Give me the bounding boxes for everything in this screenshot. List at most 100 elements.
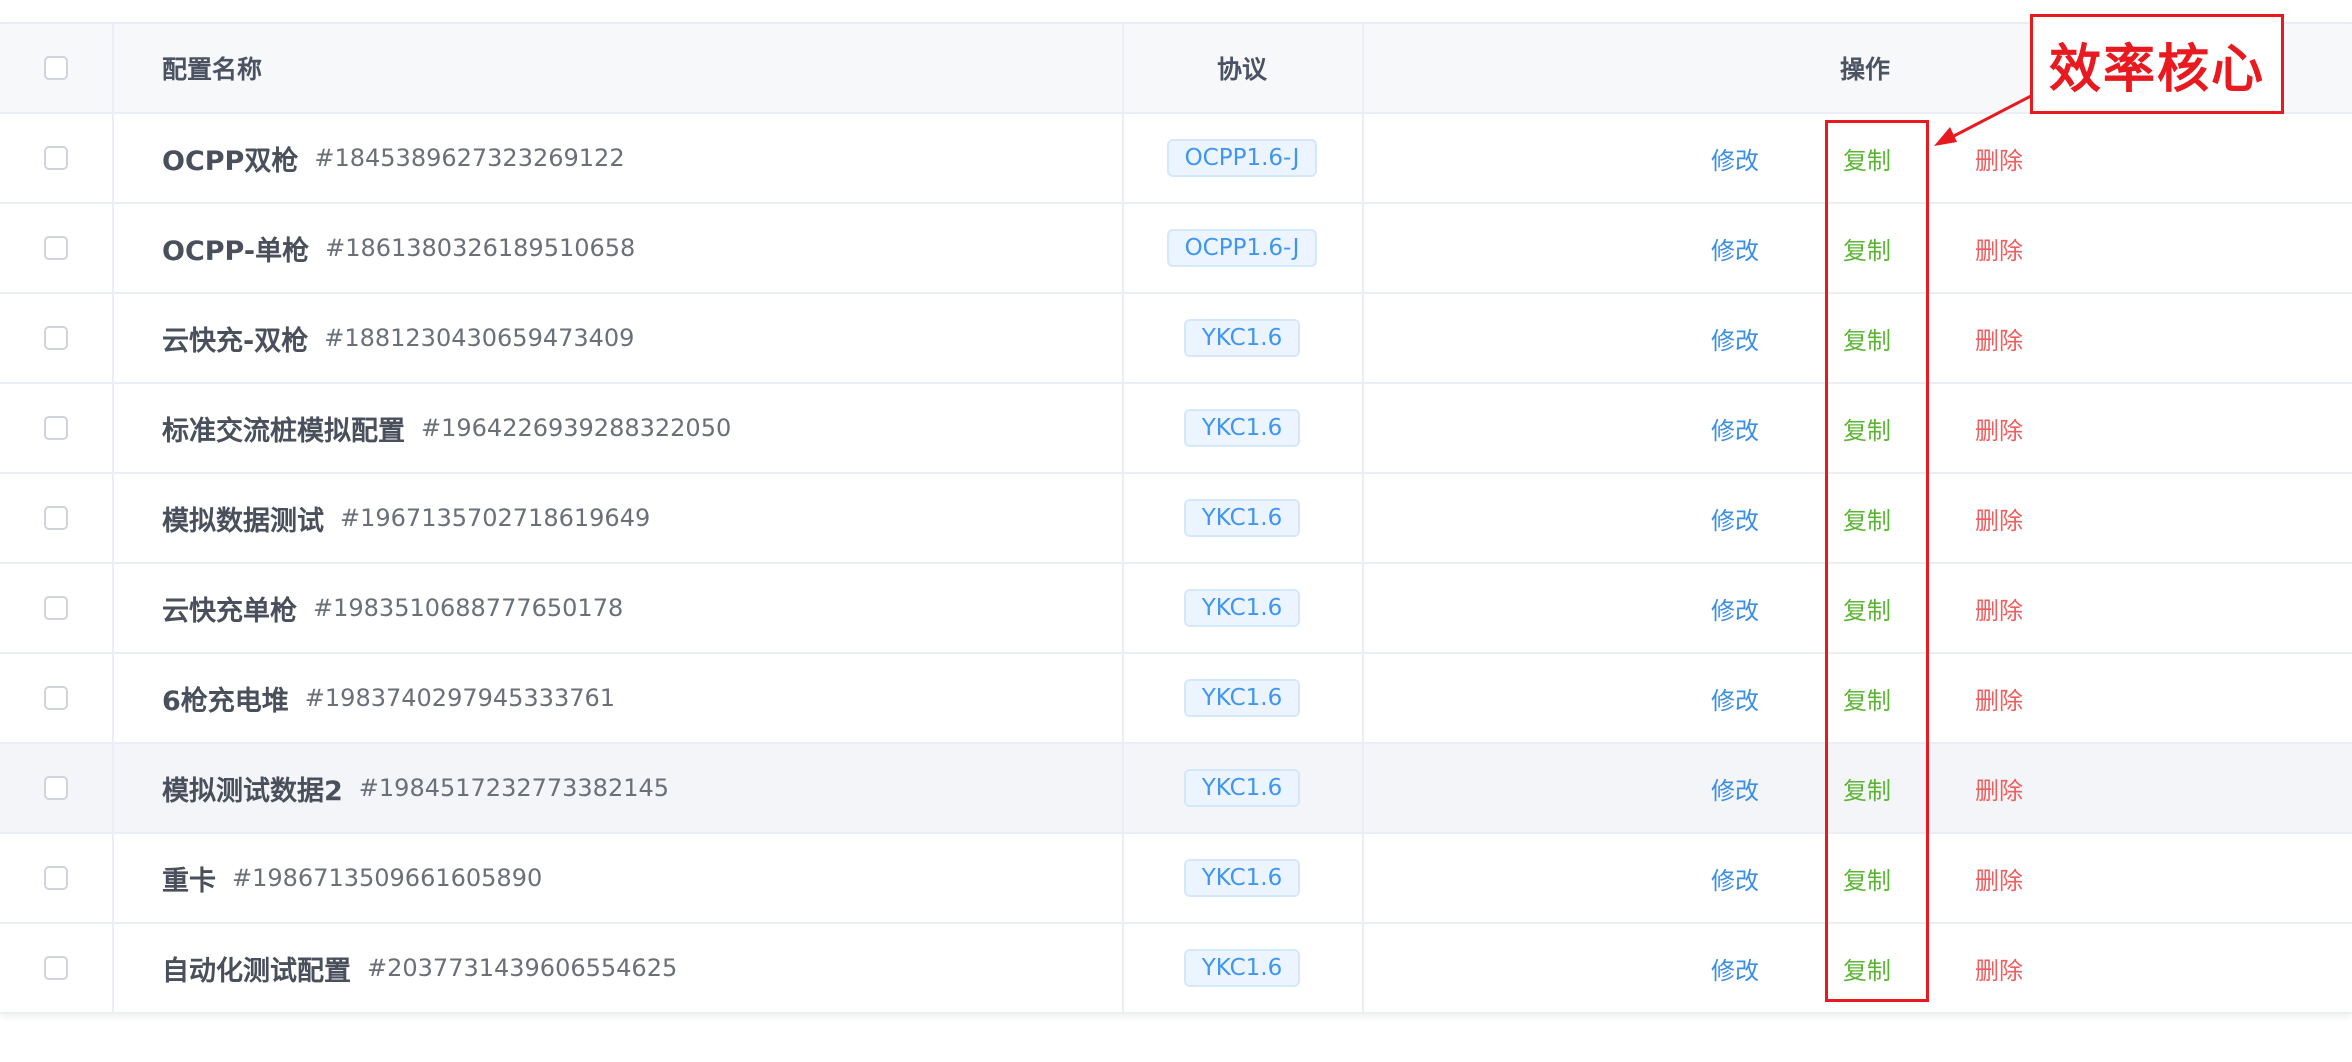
config-id: #1845389627323269122 [314, 144, 625, 172]
row-checkbox[interactable] [44, 236, 68, 260]
row-name-cell: 自动化测试配置 #2037731439606554625 [112, 924, 1122, 1012]
delete-button[interactable]: 删除 [1975, 294, 2023, 382]
row-select-cell [0, 924, 112, 1012]
row-select-cell [0, 744, 112, 832]
edit-button[interactable]: 修改 [1711, 474, 1759, 562]
row-select-cell [0, 114, 112, 202]
edit-button[interactable]: 修改 [1711, 384, 1759, 472]
header-protocol-cell: 协议 [1122, 24, 1362, 112]
delete-button[interactable]: 删除 [1975, 834, 2023, 922]
table-row[interactable]: 云快充-双枪 #1881230430659473409 YKC1.6 修改 复制 删除 [0, 294, 2352, 384]
row-protocol-cell: YKC1.6 [1122, 924, 1362, 1012]
edit-button[interactable]: 修改 [1711, 924, 1759, 1012]
protocol-tag: YKC1.6 [1183, 499, 1301, 537]
config-name: 模拟测试数据2 [162, 775, 343, 807]
table-header-row: 配置名称 协议 操作 [0, 24, 2352, 114]
row-protocol-cell: OCPP1.6-J [1122, 114, 1362, 202]
row-protocol-cell: OCPP1.6-J [1122, 204, 1362, 292]
edit-button[interactable]: 修改 [1711, 564, 1759, 652]
row-select-cell [0, 834, 112, 922]
protocol-tag: YKC1.6 [1183, 589, 1301, 627]
row-checkbox[interactable] [44, 506, 68, 530]
config-name: 云快充-双枪 [162, 325, 309, 357]
table-row[interactable]: OCPP双枪 #1845389627323269122 OCPP1.6-J 修改 复制删… [0, 114, 2352, 204]
row-checkbox[interactable] [44, 326, 68, 350]
row-checkbox[interactable] [44, 686, 68, 710]
row-protocol-cell: YKC1.6 [1122, 744, 1362, 832]
annotation-callout: 效率核心 [2030, 14, 2284, 114]
config-name: 模拟数据测试 [162, 505, 324, 537]
protocol-tag: YKC1.6 [1183, 769, 1301, 807]
edit-button[interactable]: 修改 [1711, 294, 1759, 382]
row-name-cell: 云快充-双枪 #1881230430659473409 [112, 294, 1122, 382]
row-protocol-cell: YKC1.6 [1122, 834, 1362, 922]
config-table: 配置名称 协议 操作 OCPP双枪 #1845389627323269122 OCP… [0, 22, 2352, 1014]
config-id: #2037731439606554625 [367, 954, 678, 982]
config-id: #1967135702718619649 [340, 504, 651, 532]
table-row[interactable]: OCPP-单枪 #1861380326189510658 OCPP1.6-J 修改 复制… [0, 204, 2352, 294]
row-name-cell: 重卡 #1986713509661605890 [112, 834, 1122, 922]
row-checkbox[interactable] [44, 146, 68, 170]
delete-button[interactable]: 删除 [1975, 474, 2023, 562]
delete-button[interactable]: 删除 [1975, 744, 2023, 832]
row-protocol-cell: YKC1.6 [1122, 474, 1362, 562]
config-name: 标准交流桩模拟配置 [162, 415, 405, 447]
row-protocol-cell: YKC1.6 [1122, 384, 1362, 472]
row-protocol-cell: YKC1.6 [1122, 564, 1362, 652]
row-protocol-cell: YKC1.6 [1122, 654, 1362, 742]
row-checkbox[interactable] [44, 776, 68, 800]
delete-button[interactable]: 删除 [1975, 204, 2023, 292]
edit-button[interactable]: 修改 [1711, 834, 1759, 922]
row-checkbox[interactable] [44, 596, 68, 620]
protocol-tag: OCPP1.6-J [1166, 139, 1318, 177]
header-name-cell: 配置名称 [112, 24, 1122, 112]
protocol-tag: YKC1.6 [1183, 409, 1301, 447]
delete-button[interactable]: 删除 [1975, 924, 2023, 1012]
row-name-cell: OCPP双枪 #1845389627323269122 [112, 114, 1122, 202]
config-id: #1983740297945333761 [304, 684, 616, 712]
row-checkbox[interactable] [44, 866, 68, 890]
delete-button[interactable]: 删除 [1975, 654, 2023, 742]
config-id: #1986713509661605890 [232, 864, 543, 892]
row-select-cell [0, 654, 112, 742]
row-name-cell: 标准交流桩模拟配置 #1964226939288322050 [112, 384, 1122, 472]
config-name: 6枪充电堆 [162, 685, 289, 717]
config-name: OCPP双枪 [162, 145, 299, 177]
select-all-checkbox[interactable] [44, 56, 68, 80]
annotation-callout-text: 效率核心 [2048, 39, 2265, 100]
table-row[interactable]: 模拟数据测试 #1967135702718619649 YKC1.6 修改 复制 删除 [0, 474, 2352, 564]
table-row[interactable]: 自动化测试配置 #2037731439606554625 YKC1.6 修改 复制 删除 [0, 924, 2352, 1014]
edit-button[interactable]: 修改 [1711, 204, 1759, 292]
table-row[interactable]: 重卡 #1986713509661605890 YKC1.6 修改 复制 删除 [0, 834, 2352, 924]
row-select-cell [0, 474, 112, 562]
column-header-name: 配置名称 [162, 55, 263, 84]
table-row[interactable]: 6枪充电堆 #1983740297945333761 YKC1.6 修改 复制 删除 [0, 654, 2352, 744]
protocol-tag: YKC1.6 [1183, 319, 1301, 357]
delete-button[interactable]: 删除 [1975, 114, 2023, 202]
select-all-cell [0, 24, 112, 112]
delete-button[interactable]: 删除 [1975, 384, 2023, 472]
edit-button[interactable]: 修改 [1711, 654, 1759, 742]
config-name: 自动化测试配置 [162, 955, 351, 987]
config-name: 云快充单枪 [162, 595, 297, 627]
row-name-cell: 云快充单枪 #1983510688777650178 [112, 564, 1122, 652]
row-protocol-cell: YKC1.6 [1122, 294, 1362, 382]
row-select-cell [0, 384, 112, 472]
config-id: #1881230430659473409 [324, 324, 635, 352]
table-row[interactable]: 模拟测试数据2 #1984517232773382145 YKC1.6 修改 复制 删除 [0, 744, 2352, 834]
protocol-tag: YKC1.6 [1183, 859, 1301, 897]
column-header-ops: 操作 [1840, 55, 1891, 84]
config-id: #1861380326189510658 [325, 234, 636, 262]
row-checkbox[interactable] [44, 956, 68, 980]
row-select-cell [0, 204, 112, 292]
config-name: 重卡 [162, 865, 216, 897]
table-row[interactable]: 标准交流桩模拟配置 #1964226939288322050 YKC1.6 修改 复制删… [0, 384, 2352, 474]
config-id: #1983510688777650178 [313, 594, 624, 622]
delete-button[interactable]: 删除 [1975, 564, 2023, 652]
row-checkbox[interactable] [44, 416, 68, 440]
table-row[interactable]: 云快充单枪 #1983510688777650178 YKC1.6 修改 复制 删除 [0, 564, 2352, 654]
config-name: OCPP-单枪 [162, 235, 310, 267]
edit-button[interactable]: 修改 [1711, 114, 1759, 202]
protocol-tag: YKC1.6 [1183, 679, 1301, 717]
edit-button[interactable]: 修改 [1711, 744, 1759, 832]
